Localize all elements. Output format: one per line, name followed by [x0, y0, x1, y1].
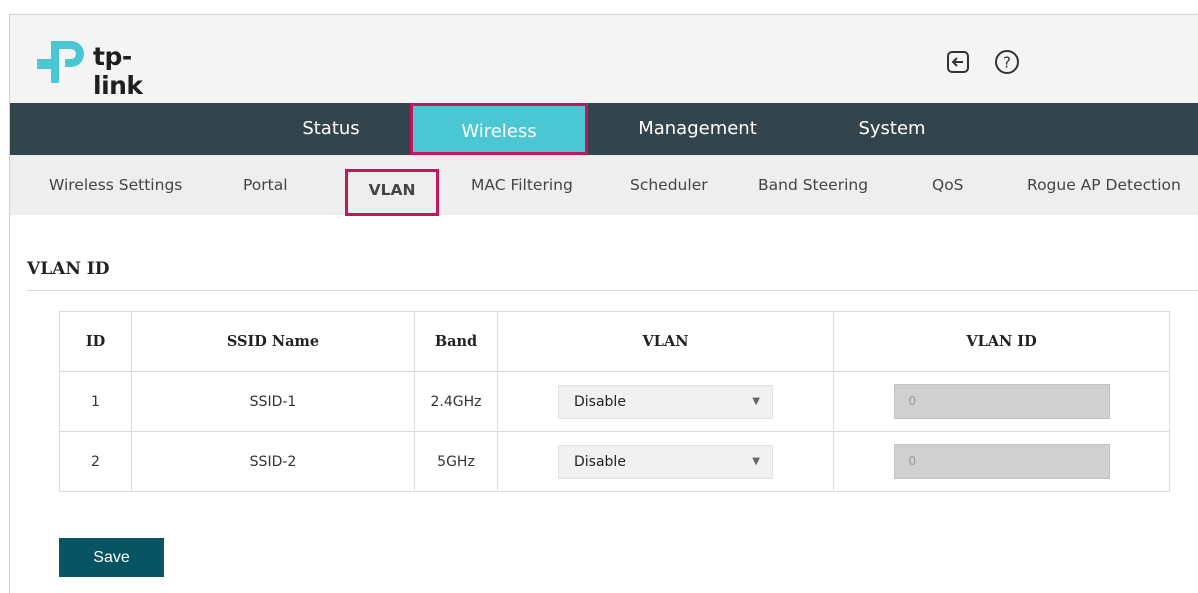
subtab-wireless-settings[interactable]: Wireless Settings: [49, 155, 182, 215]
table-header-row: ID SSID Name Band VLAN VLAN ID: [59, 311, 1170, 372]
col-header-band: Band: [414, 311, 498, 372]
subtab-qos[interactable]: QoS: [932, 155, 964, 215]
app-frame: tp-link ? Status Wireless Management Sys…: [9, 14, 1198, 593]
table-row: 2 SSID-2 5GHz Disable ▼ 0: [59, 431, 1170, 492]
vlan-select[interactable]: Disable ▼: [558, 444, 773, 479]
subtab-vlan[interactable]: VLAN: [345, 169, 439, 216]
vlan-id-input[interactable]: 0: [893, 444, 1110, 479]
cell-ssid-name: SSID-1: [131, 371, 415, 432]
tp-link-logo: tp-link: [37, 37, 177, 100]
sub-nav: Wireless Settings Portal VLAN MAC Filter…: [10, 155, 1198, 216]
vlan-id-input[interactable]: 0: [893, 384, 1110, 419]
logout-icon[interactable]: [943, 47, 973, 77]
cell-band: 2.4GHz: [414, 371, 498, 432]
subtab-scheduler[interactable]: Scheduler: [630, 155, 708, 215]
cell-vlan: Disable ▼: [497, 431, 834, 492]
tab-status[interactable]: Status: [281, 103, 381, 155]
section-divider: [27, 290, 1198, 291]
cell-vlan-id: 0: [833, 431, 1170, 492]
col-header-vlan-id: VLAN ID: [833, 311, 1170, 372]
vlan-select-value: Disable: [574, 393, 626, 410]
main-nav: Status Wireless Management System: [10, 103, 1198, 155]
help-icon[interactable]: ?: [992, 47, 1022, 77]
save-button[interactable]: Save: [59, 538, 164, 577]
subtab-mac-filtering[interactable]: MAC Filtering: [471, 155, 573, 215]
col-header-id: ID: [59, 311, 132, 372]
subtab-rogue-ap-detection[interactable]: Rogue AP Detection: [1027, 155, 1181, 215]
cell-vlan-id: 0: [833, 371, 1170, 432]
cell-id: 1: [59, 371, 132, 432]
tab-system[interactable]: System: [847, 103, 937, 155]
cell-band: 5GHz: [414, 431, 498, 492]
subtab-portal[interactable]: Portal: [243, 155, 288, 215]
subtab-band-steering[interactable]: Band Steering: [758, 155, 868, 215]
cell-ssid-name: SSID-2: [131, 431, 415, 492]
svg-text:?: ?: [1003, 54, 1011, 72]
chevron-down-icon: ▼: [752, 395, 760, 407]
tab-wireless[interactable]: Wireless: [410, 103, 588, 155]
chevron-down-icon: ▼: [752, 455, 760, 467]
vlan-select[interactable]: Disable ▼: [558, 384, 773, 419]
section-title: VLAN ID: [27, 259, 110, 279]
table-row: 1 SSID-1 2.4GHz Disable ▼ 0: [59, 371, 1170, 432]
vlan-table: ID SSID Name Band VLAN VLAN ID 1 SSID-1 …: [59, 311, 1170, 492]
cell-id: 2: [59, 431, 132, 492]
cell-vlan: Disable ▼: [497, 371, 834, 432]
tab-management[interactable]: Management: [620, 103, 775, 155]
tp-link-logo-icon: [37, 41, 84, 83]
brand-name: tp-link: [93, 42, 143, 100]
vlan-select-value: Disable: [574, 453, 626, 470]
col-header-vlan: VLAN: [497, 311, 834, 372]
col-header-ssid-name: SSID Name: [131, 311, 415, 372]
header: tp-link ?: [10, 15, 1198, 103]
